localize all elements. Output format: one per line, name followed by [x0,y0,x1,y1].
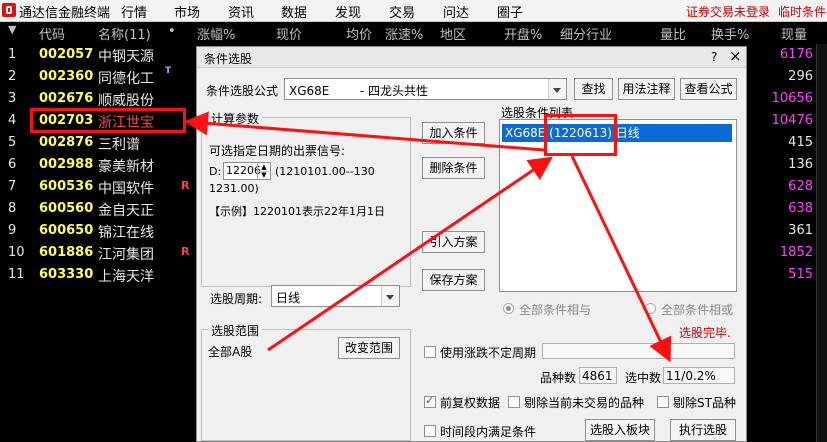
annotation-arrows [184,111,672,363]
arrow-to-hit-count [570,155,672,363]
arrow-from-scope [267,156,553,352]
arrow-to-stock [184,111,545,152]
